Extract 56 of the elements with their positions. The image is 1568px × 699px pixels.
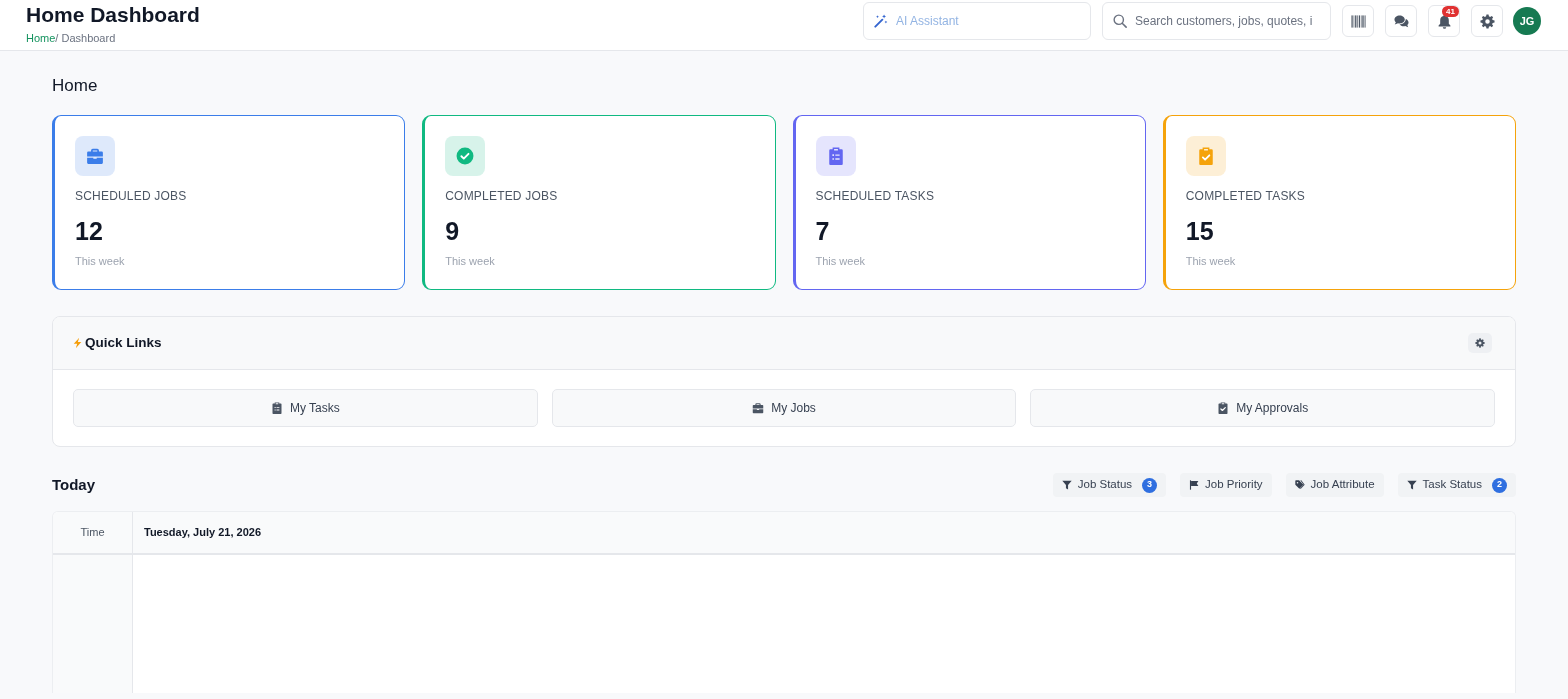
tags-icon [1294,480,1305,490]
messages-button[interactable] [1385,5,1417,37]
section-title: Today [52,476,96,494]
stat-label: COMPLETED JOBS [445,188,559,204]
count-badge: 2 [1492,477,1507,493]
stat-value: 7 [815,216,831,246]
lightning-icon [72,336,83,350]
flag-icon [1189,480,1200,490]
stat-value: 15 [1185,216,1215,246]
clipboard-list-icon [270,402,283,414]
stat-label: COMPLETED TASKS [1185,188,1306,204]
column-header: Time [53,512,133,555]
section-title: Home [52,77,99,95]
user-avatar[interactable]: JG [1513,7,1541,35]
stat-caption: This week [445,254,496,268]
barcode-button[interactable] [1342,5,1374,37]
settings-button[interactable] [1471,5,1503,37]
quick-link-button[interactable]: My Approvals [1030,389,1495,427]
magic-wand-icon [874,14,888,28]
barcode-icon [1350,13,1366,29]
breadcrumb-current: / Dashboard [55,31,116,45]
briefcase-icon [752,402,765,414]
ai-assistant-field[interactable]: AI Assistant [863,2,1091,40]
filter-button[interactable]: Job Attribute [1285,473,1384,497]
chat-bubbles-icon [1393,13,1409,29]
stat-caption: This week [1185,254,1237,268]
briefcase-icon [75,136,115,176]
clipboard-list-icon [815,136,856,176]
stat-label: SCHEDULED TASKS [815,188,936,204]
page-title: Home Dashboard [26,2,200,28]
filter-button[interactable]: Task Status 2 [1397,473,1516,497]
quick-link-button[interactable]: My Jobs [551,389,1017,427]
bell-icon [1436,13,1452,29]
stat-caption: This week [815,254,867,268]
clipboard-check-icon [1185,136,1226,176]
clipboard-check-icon [1217,402,1230,414]
settings-icon [1475,338,1485,348]
search-icon [1113,14,1127,28]
column-header: Tuesday, July 21, 2026 [133,512,1515,555]
filter-icon [1406,480,1417,490]
search-field[interactable]: Search customers, jobs, quotes, i [1102,2,1331,40]
quick-link-button[interactable]: My Tasks [73,389,538,427]
filter-button[interactable]: Job Priority [1180,473,1272,497]
settings-icon [1479,13,1495,29]
notification-count-badge: 41 [1442,6,1459,17]
stat-caption: This week [75,254,126,268]
count-badge: 3 [1142,477,1158,493]
stat-label: SCHEDULED JOBS [75,188,188,204]
stat-value: 12 [75,216,104,246]
notifications-button[interactable]: 41 [1428,5,1460,37]
breadcrumb-link[interactable]: Home [26,31,56,45]
panel-title: Quick Links [85,333,162,352]
filter-button[interactable]: Job Status 3 [1052,473,1167,497]
settings-button[interactable] [1468,333,1492,353]
stat-value: 9 [445,216,461,246]
filter-icon [1061,480,1072,490]
